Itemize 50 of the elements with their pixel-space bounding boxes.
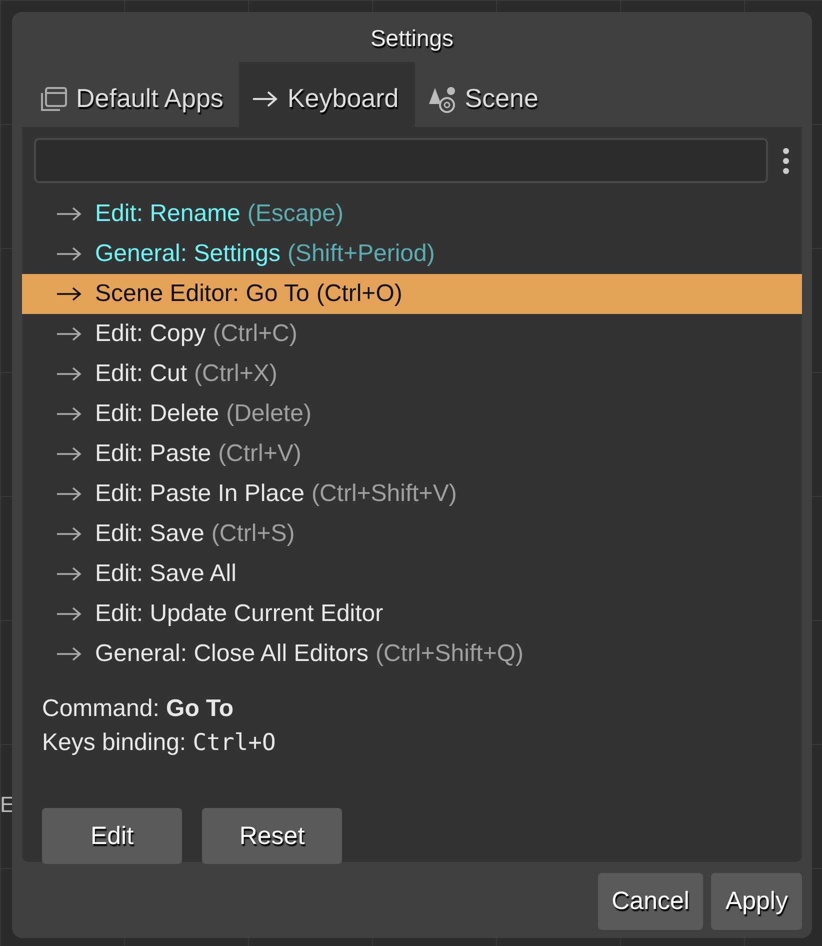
arrow-icon: [55, 405, 83, 423]
binding-detail: Keys binding: Ctrl+O: [42, 728, 277, 758]
arrow-icon: [55, 445, 83, 463]
tab[interactable]: Default Apps: [28, 62, 240, 127]
command-label: Edit: Rename (Escape): [95, 200, 344, 228]
arrow-icon: [55, 525, 83, 543]
command-row[interactable]: Edit: Paste (Ctrl+V): [22, 434, 802, 474]
command-row[interactable]: Edit: Update Current Editor: [22, 594, 802, 634]
dialog-button[interactable]: Cancel: [598, 873, 704, 930]
arrow-icon: [55, 565, 83, 583]
command-row[interactable]: Edit: Copy (Ctrl+C): [22, 314, 802, 354]
command-label: Edit: Paste In Place (Ctrl+Shift+V): [95, 480, 457, 508]
arrow-icon: [55, 605, 83, 623]
window-icon: [40, 84, 68, 112]
more-icon[interactable]: [782, 146, 790, 174]
command-label: Edit: Save All: [95, 560, 236, 588]
arrow-icon: [55, 285, 83, 303]
arrow-icon: [55, 645, 83, 663]
panel-button[interactable]: Reset: [202, 808, 342, 864]
command-label: Edit: Copy (Ctrl+C): [95, 320, 298, 348]
command-label: Edit: Paste (Ctrl+V): [95, 440, 302, 468]
command-row[interactable]: Edit: Delete (Delete): [22, 394, 802, 434]
command-label: Scene Editor: Go To (Ctrl+O): [95, 280, 402, 308]
command-label: Edit: Cut (Ctrl+X): [95, 360, 278, 388]
command-row[interactable]: Edit: Cut (Ctrl+X): [22, 354, 802, 394]
command-row[interactable]: General: Settings (Shift+Period): [22, 234, 802, 274]
command-row[interactable]: Edit: Paste In Place (Ctrl+Shift+V): [22, 474, 802, 514]
window-title: Settings: [369, 25, 455, 53]
command-row[interactable]: General: Close All Editors (Ctrl+Shift+Q): [22, 634, 802, 674]
command-detail: Command: Go To: [42, 694, 235, 724]
command-label: Edit: Update Current Editor: [95, 600, 384, 628]
command-label: Edit: Delete (Delete): [95, 400, 312, 428]
command-row[interactable]: Scene Editor: Go To (Ctrl+O): [22, 274, 802, 314]
arrow-icon: [55, 205, 83, 223]
dialog-button[interactable]: Apply: [711, 873, 802, 930]
search-field[interactable]: [34, 138, 768, 183]
command-label: General: Settings (Shift+Period): [95, 240, 435, 268]
command-row[interactable]: Edit: Save (Ctrl+S): [22, 514, 802, 554]
command-label: General: Close All Editors (Ctrl+Shift+Q): [95, 640, 524, 668]
arrow-icon: [55, 365, 83, 383]
panel-button[interactable]: Edit: [42, 808, 182, 864]
command-label: Edit: Save (Ctrl+S): [95, 520, 295, 548]
tab[interactable]: Keyboard: [239, 62, 415, 127]
arrow-icon: [55, 485, 83, 503]
arrow-icon: [251, 88, 280, 108]
arrow-icon: [55, 245, 83, 263]
command-row[interactable]: Edit: Rename (Escape): [22, 194, 802, 234]
tab[interactable]: Scene: [414, 62, 554, 127]
arrow-icon: [55, 325, 83, 343]
command-row[interactable]: Edit: Save All: [22, 554, 802, 594]
